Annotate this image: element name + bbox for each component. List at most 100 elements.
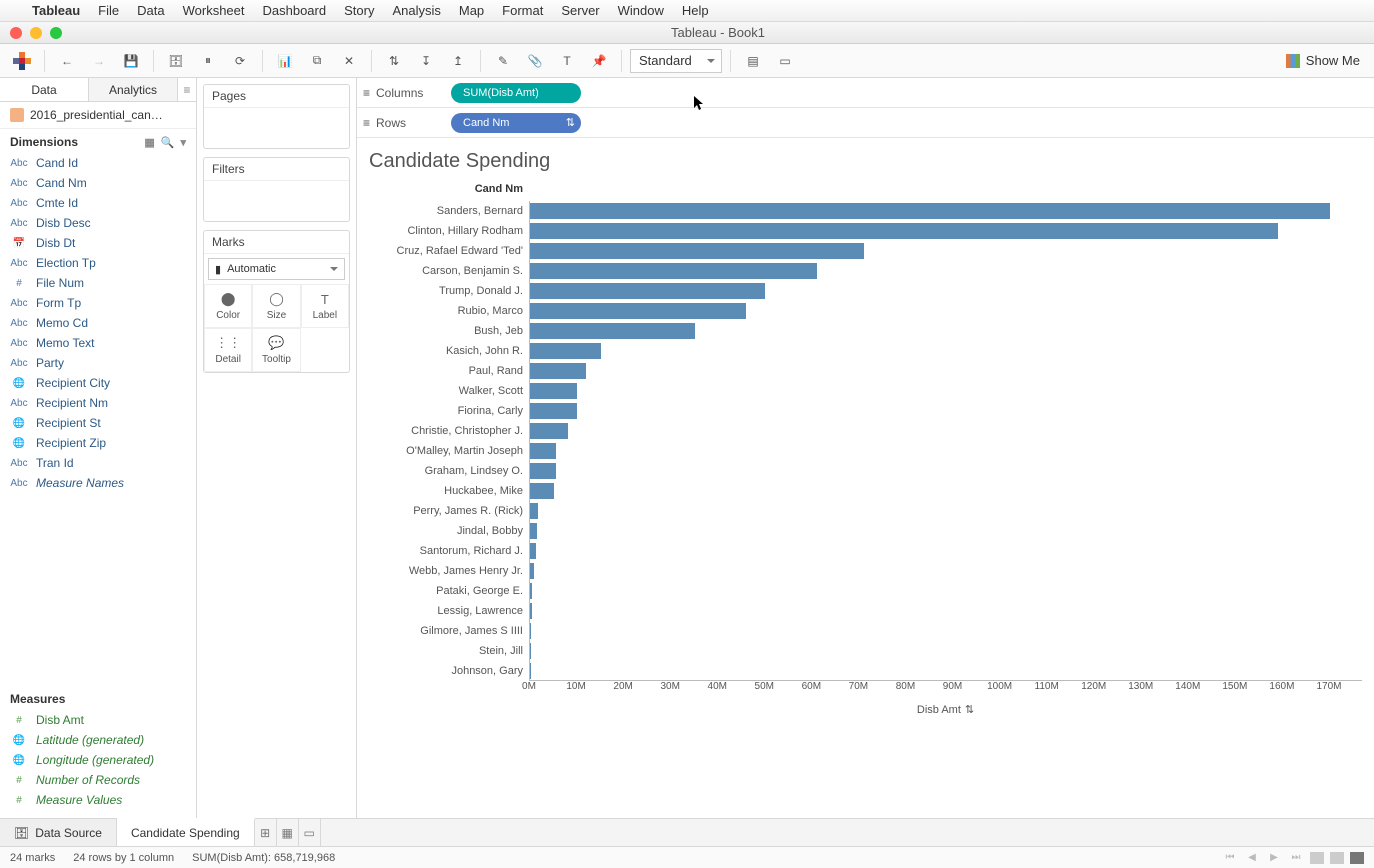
presentation-button[interactable]: ▭ (771, 48, 799, 74)
columns-pill-sum-disb-amt[interactable]: SUM(Disb Amt) (451, 83, 581, 103)
nav-next-icon[interactable]: ▶ (1266, 851, 1282, 865)
rows-pill-cand-nm[interactable]: Cand Nm⇅ (451, 113, 581, 133)
pause-updates-button[interactable]: ⏸ (194, 48, 222, 74)
minimize-window-button[interactable] (30, 27, 42, 39)
dimension-field[interactable]: AbcMeasure Names (0, 473, 196, 493)
show-me-button[interactable]: Show Me (1280, 53, 1366, 68)
bar[interactable] (530, 403, 577, 419)
rows-shelf[interactable]: ≡Rows Cand Nm⇅ (357, 108, 1374, 138)
menu-window[interactable]: Window (618, 3, 664, 18)
nav-prev-icon[interactable]: ◀ (1244, 851, 1260, 865)
save-button[interactable]: 💾 (117, 48, 145, 74)
labels-button[interactable]: T (553, 48, 581, 74)
dimension-field[interactable]: AbcCand Nm (0, 173, 196, 193)
menu-story[interactable]: Story (344, 3, 374, 18)
menu-dashboard[interactable]: Dashboard (263, 3, 327, 18)
marks-color[interactable]: ⬤Color (204, 284, 252, 328)
new-datasource-button[interactable]: 🗄 (162, 48, 190, 74)
view-filmstrip-icon[interactable] (1330, 852, 1344, 864)
nav-last-icon[interactable]: ⏭ (1288, 851, 1304, 865)
new-worksheet-button[interactable]: 📊 (271, 48, 299, 74)
tableau-logo-icon[interactable] (8, 48, 36, 74)
dimension-field[interactable]: AbcCmte Id (0, 193, 196, 213)
menu-help[interactable]: Help (682, 3, 709, 18)
nav-first-icon[interactable]: ⏮ (1222, 851, 1238, 865)
dimension-field[interactable]: #File Num (0, 273, 196, 293)
dimension-field[interactable]: AbcTran Id (0, 453, 196, 473)
dimension-field[interactable]: 📅Disb Dt (0, 233, 196, 253)
sort-desc-button[interactable]: ↥ (444, 48, 472, 74)
view-data-icon[interactable]: ▦ (144, 136, 154, 149)
bar[interactable] (530, 343, 601, 359)
menu-worksheet[interactable]: Worksheet (183, 3, 245, 18)
sort-asc-button[interactable]: ↧ (412, 48, 440, 74)
bar[interactable] (530, 383, 577, 399)
bar[interactable] (530, 303, 746, 319)
swap-button[interactable]: ⇅ (380, 48, 408, 74)
filters-shelf[interactable]: Filters (203, 157, 350, 222)
dimension-field[interactable]: AbcDisb Desc (0, 213, 196, 233)
measure-field[interactable]: 🌐Latitude (generated) (0, 730, 196, 750)
new-worksheet-tab[interactable]: ⊞ (255, 819, 277, 846)
bar[interactable] (530, 223, 1278, 239)
bar[interactable] (530, 243, 864, 259)
tab-candidate-spending[interactable]: Candidate Spending (117, 818, 255, 846)
cards-button[interactable]: ▤ (739, 48, 767, 74)
bar[interactable] (530, 483, 554, 499)
tab-analytics[interactable]: Analytics (89, 78, 178, 101)
measure-field[interactable]: #Number of Records (0, 770, 196, 790)
view-tabs-icon[interactable] (1310, 852, 1324, 864)
pin-button[interactable]: 📌 (585, 48, 613, 74)
tab-datasource[interactable]: 🗄 Data Source (0, 819, 117, 846)
zoom-window-button[interactable] (50, 27, 62, 39)
bar[interactable] (530, 603, 532, 619)
measure-field[interactable]: 🌐Longitude (generated) (0, 750, 196, 770)
menu-file[interactable]: File (98, 3, 119, 18)
marks-detail[interactable]: ⋮⋮Detail (204, 328, 252, 372)
new-dashboard-tab[interactable]: ▦ (277, 819, 299, 846)
bar[interactable] (530, 363, 586, 379)
bar[interactable] (530, 423, 568, 439)
dimension-field[interactable]: 🌐Recipient Zip (0, 433, 196, 453)
bar[interactable] (530, 503, 538, 519)
refresh-button[interactable]: ⟳ (226, 48, 254, 74)
marks-label[interactable]: TLabel (301, 284, 349, 328)
menu-data[interactable]: Data (137, 3, 164, 18)
menu-app[interactable]: Tableau (32, 3, 80, 18)
bar[interactable] (530, 323, 695, 339)
dimension-field[interactable]: 🌐Recipient St (0, 413, 196, 433)
dimension-field[interactable]: AbcElection Tp (0, 253, 196, 273)
highlight-button[interactable]: ✎ (489, 48, 517, 74)
dimension-field[interactable]: AbcMemo Cd (0, 313, 196, 333)
bar[interactable] (530, 463, 556, 479)
menu-map[interactable]: Map (459, 3, 484, 18)
menu-analysis[interactable]: Analysis (392, 3, 440, 18)
dimension-field[interactable]: AbcMemo Text (0, 333, 196, 353)
datasource-item[interactable]: 2016_presidential_can… (0, 102, 196, 129)
bar[interactable] (530, 203, 1330, 219)
new-story-tab[interactable]: ▭ (299, 819, 321, 846)
dimension-field[interactable]: AbcCand Id (0, 153, 196, 173)
bar[interactable] (530, 563, 534, 579)
menu-server[interactable]: Server (561, 3, 599, 18)
duplicate-button[interactable]: ⧉ (303, 48, 331, 74)
measure-field[interactable]: #Disb Amt (0, 710, 196, 730)
dimension-field[interactable]: AbcRecipient Nm (0, 393, 196, 413)
marks-type-dropdown[interactable]: ▮ Automatic (208, 258, 345, 280)
close-window-button[interactable] (10, 27, 22, 39)
pages-shelf[interactable]: Pages (203, 84, 350, 149)
find-field-icon[interactable]: 🔍 (161, 136, 175, 149)
tab-menu-icon[interactable]: ≡ (178, 78, 196, 101)
clear-sheet-button[interactable]: ✕ (335, 48, 363, 74)
marks-tooltip[interactable]: 💬Tooltip (252, 328, 300, 372)
bar[interactable] (530, 583, 532, 599)
dimension-field[interactable]: 🌐Recipient City (0, 373, 196, 393)
tab-data[interactable]: Data (0, 78, 89, 101)
data-menu-icon[interactable]: ▾ (180, 136, 186, 149)
measure-field[interactable]: #Measure Values (0, 790, 196, 810)
sheet-title[interactable]: Candidate Spending (369, 150, 1362, 173)
marks-size[interactable]: ◯Size (252, 284, 300, 328)
menu-format[interactable]: Format (502, 3, 543, 18)
bar[interactable] (530, 283, 765, 299)
bar[interactable] (530, 623, 531, 639)
